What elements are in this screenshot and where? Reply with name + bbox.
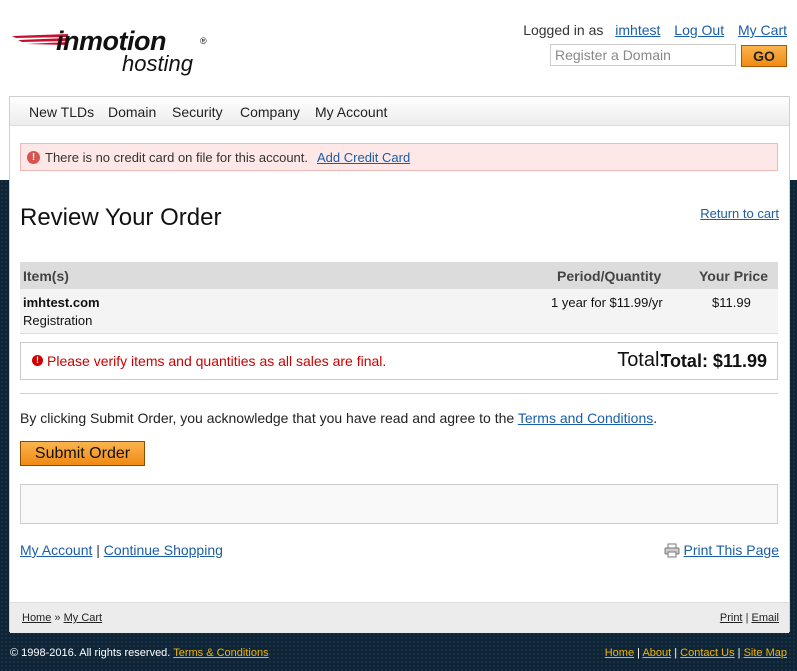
footer-terms-link[interactable]: Terms & Conditions: [173, 647, 268, 659]
submit-order-button[interactable]: Submit Order: [20, 441, 145, 466]
table-header: Item(s) Period/Quantity Your Price: [20, 262, 778, 289]
agreement-text: By clicking Submit Order, you acknowledg…: [20, 410, 515, 426]
header-price: Your Price: [699, 268, 768, 284]
item-name: imhtest.com: [23, 295, 100, 310]
site-footer: © 1998-2016. All rights reserved. Terms …: [0, 644, 797, 664]
item-period: 1 year for $11.99/yr: [551, 295, 663, 310]
print-this-page-link[interactable]: Print This Page: [684, 542, 779, 558]
total-value: Total: $11.99: [660, 351, 767, 371]
warning-icon: !: [32, 355, 43, 366]
logo-sub: hosting: [122, 51, 193, 76]
footer-links: Home | About | Contact Us | Site Map: [605, 647, 787, 659]
nav-company[interactable]: Company: [240, 104, 300, 120]
divider: [20, 393, 778, 394]
email-link[interactable]: Email: [751, 612, 779, 624]
logout-link[interactable]: Log Out: [674, 22, 724, 38]
terms-link[interactable]: Terms and Conditions: [518, 410, 653, 426]
bottom-links: My Account | Continue Shopping: [20, 542, 223, 558]
item-price: $11.99: [712, 295, 751, 310]
print-page: Print This Page: [664, 542, 779, 558]
add-credit-card-link[interactable]: Add Credit Card: [317, 150, 410, 165]
order-total-box: ! Please verify items and quantities as …: [20, 342, 778, 380]
username-link[interactable]: imhtest: [615, 22, 660, 38]
item-type: Registration: [23, 313, 93, 328]
breadcrumb-bar: Home » My Cart Print | Email: [10, 602, 789, 633]
inmotion-logo[interactable]: inmotion ® hosting: [12, 22, 212, 82]
printer-icon: [664, 543, 680, 558]
go-button[interactable]: GO: [741, 45, 787, 67]
breadcrumb-home[interactable]: Home: [22, 612, 51, 624]
my-account-link[interactable]: My Account: [20, 542, 92, 558]
no-credit-card-alert: ! There is no credit card on file for th…: [20, 143, 778, 171]
content-panel: New TLDs Domain Security Company My Acco…: [9, 96, 790, 633]
footer-contact-link[interactable]: Contact Us: [680, 647, 734, 659]
footer-separator: |: [674, 647, 678, 659]
link-separator: |: [96, 542, 100, 558]
nav-my-account[interactable]: My Account: [315, 104, 387, 120]
nav-security[interactable]: Security: [172, 104, 223, 120]
return-to-cart-link[interactable]: Return to cart: [700, 206, 779, 221]
terms-agreement: By clicking Submit Order, you acknowledg…: [20, 410, 657, 426]
continue-shopping-link[interactable]: Continue Shopping: [104, 542, 223, 558]
logged-in-label: Logged in as: [523, 22, 604, 38]
actions-separator: |: [745, 612, 749, 624]
site-header: inmotion ® hosting Logged in as imhtest …: [0, 0, 797, 96]
agreement-period: .: [653, 410, 658, 426]
total-label: Total:: [617, 349, 665, 371]
domain-search-input[interactable]: [550, 44, 736, 66]
main-nav: New TLDs Domain Security Company My Acco…: [10, 96, 789, 126]
copyright-text: © 1998-2016. All rights reserved.: [10, 647, 171, 659]
print-link[interactable]: Print: [720, 612, 743, 624]
footer-separator: |: [737, 647, 741, 659]
footer-home-link[interactable]: Home: [605, 647, 634, 659]
page-actions: Print | Email: [720, 612, 779, 624]
header-period: Period/Quantity: [557, 268, 662, 284]
final-sale-warning: Please verify items and quantities as al…: [47, 353, 387, 369]
account-nav: Logged in as imhtest Log Out My Cart: [523, 22, 787, 38]
footer-about-link[interactable]: About: [642, 647, 671, 659]
breadcrumb: Home » My Cart: [22, 612, 102, 624]
alert-message: There is no credit card on file for this…: [45, 150, 309, 165]
breadcrumb-cart[interactable]: My Cart: [64, 612, 103, 624]
alert-icon: !: [27, 151, 40, 164]
empty-panel: [20, 484, 778, 524]
nav-domain[interactable]: Domain: [108, 104, 156, 120]
logo-registered: ®: [200, 36, 207, 46]
table-row: imhtest.com Registration 1 year for $11.…: [20, 289, 778, 334]
nav-new-tlds[interactable]: New TLDs: [29, 104, 94, 120]
footer-separator: |: [637, 647, 640, 659]
page-title: Review Your Order: [20, 204, 222, 231]
copyright: © 1998-2016. All rights reserved. Terms …: [10, 647, 269, 659]
footer-sitemap-link[interactable]: Site Map: [744, 647, 787, 659]
header-items: Item(s): [23, 268, 69, 284]
cart-link[interactable]: My Cart: [738, 22, 787, 38]
breadcrumb-separator: »: [54, 612, 61, 624]
